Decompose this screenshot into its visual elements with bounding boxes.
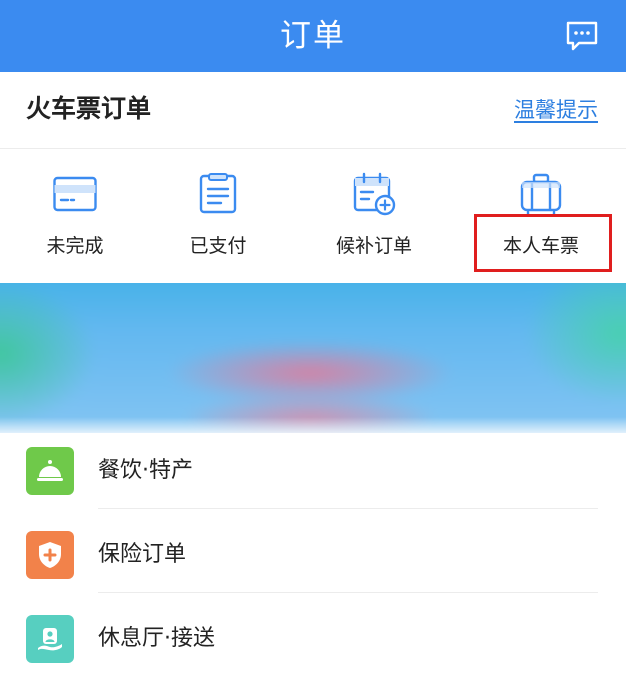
food-cloche-icon (26, 447, 74, 495)
receipt-icon (193, 171, 243, 217)
status-item-label: 未完成 (46, 235, 104, 257)
status-item-unfinished[interactable]: 未完成 (0, 149, 150, 283)
promo-banner[interactable] (0, 283, 626, 435)
status-item-waitlist[interactable]: 候补订单 (299, 149, 449, 283)
service-label: 保险订单 (98, 542, 187, 567)
card-icon (50, 171, 100, 217)
status-item-label: 已支付 (189, 235, 247, 257)
lounge-person-icon (26, 615, 74, 663)
ticket-orders-header: 火车票订单 温馨提示 (0, 72, 626, 149)
calendar-add-icon (349, 171, 399, 217)
status-item-label: 候补订单 (335, 235, 412, 257)
status-item-label: 本人车票 (502, 235, 579, 257)
ticket-status-row: 未完成 已支付 候补订单 本人车票 (0, 149, 626, 283)
service-item-insurance[interactable]: 保险订单 (0, 517, 626, 601)
page-title: 订单 (280, 18, 346, 54)
service-label: 休息厅·接送 (98, 626, 215, 651)
service-label: 餐饮·特产 (98, 458, 193, 483)
divider (98, 508, 598, 509)
orders-page: 订单 火车票订单 温馨提示 未完成 已支付 候补订单 本人车票 餐饮·特产 保险… (0, 0, 626, 676)
message-button[interactable] (562, 16, 602, 56)
tips-link[interactable]: 温馨提示 (514, 72, 598, 146)
shield-plus-icon (26, 531, 74, 579)
status-item-paid[interactable]: 已支付 (143, 149, 293, 283)
chat-bubble-icon (566, 21, 598, 51)
divider (98, 592, 598, 593)
top-bar: 订单 (0, 0, 626, 72)
section-title: 火车票订单 (26, 94, 152, 123)
service-item-food[interactable]: 餐饮·特产 (0, 433, 626, 517)
service-item-lounge[interactable]: 休息厅·接送 (0, 601, 626, 676)
status-item-my-tickets[interactable]: 本人车票 (466, 149, 616, 283)
suitcase-icon (516, 171, 566, 217)
banner-image (0, 283, 626, 435)
